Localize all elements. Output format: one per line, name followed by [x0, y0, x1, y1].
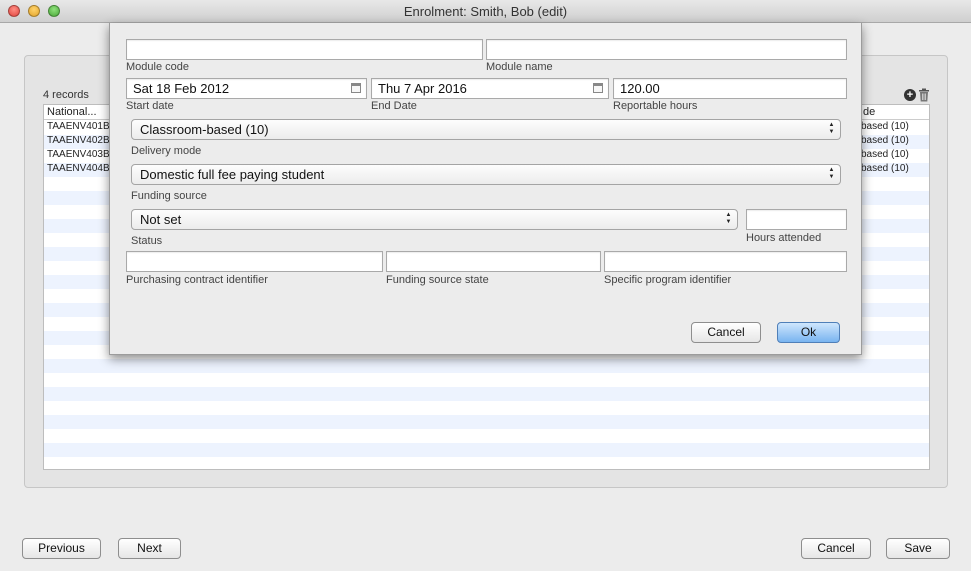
module-name-label: Module name: [486, 61, 553, 73]
end-date-label: End Date: [371, 100, 417, 112]
empty-row: [44, 359, 929, 373]
status-value: Not set: [140, 212, 182, 227]
previous-button[interactable]: Previous: [22, 538, 101, 559]
updown-arrows-icon: ▲ ▼: [828, 167, 835, 180]
edit-enrolment-sheet: Module code Module name Sat 18 Feb 2012 …: [109, 23, 862, 355]
delete-record-icon[interactable]: [918, 88, 930, 102]
hours-attended-label: Hours attended: [746, 232, 822, 244]
empty-row: [44, 387, 929, 401]
purchasing-contract-field[interactable]: [126, 251, 383, 272]
empty-row: [44, 401, 929, 415]
row-mode: based (10): [861, 149, 909, 160]
module-code-label: Module code: [126, 61, 189, 73]
dialog-cancel-button[interactable]: Cancel: [691, 322, 761, 343]
delivery-mode-select[interactable]: Classroom-based (10) ▲ ▼: [131, 119, 841, 140]
empty-row: [44, 415, 929, 429]
dialog-ok-button[interactable]: Ok: [777, 322, 840, 343]
next-button[interactable]: Next: [118, 538, 181, 559]
column-header-delivery-mode[interactable]: de: [863, 106, 875, 118]
add-record-icon[interactable]: +: [904, 89, 916, 101]
module-code-field[interactable]: [126, 39, 483, 60]
reportable-hours-label: Reportable hours: [613, 100, 698, 112]
empty-row: [44, 457, 929, 469]
save-button[interactable]: Save: [886, 538, 950, 559]
module-name-field[interactable]: [486, 39, 847, 60]
row-mode: based (10): [861, 121, 909, 132]
specific-program-label: Specific program identifier: [604, 274, 732, 286]
calendar-icon[interactable]: [351, 83, 361, 93]
funding-source-value: Domestic full fee paying student: [140, 167, 325, 182]
funding-source-state-label: Funding source state: [386, 274, 489, 286]
row-code: TAAENV401B: [47, 121, 110, 132]
funding-source-select[interactable]: Domestic full fee paying student ▲ ▼: [131, 164, 841, 185]
end-date-field[interactable]: Thu 7 Apr 2016: [371, 78, 609, 99]
column-header-national[interactable]: National...: [47, 106, 97, 118]
reportable-hours-field[interactable]: 120.00: [613, 78, 847, 99]
funding-source-state-field[interactable]: [386, 251, 601, 272]
row-code: TAAENV403B: [47, 149, 110, 160]
start-date-value: Sat 18 Feb 2012: [133, 81, 230, 96]
funding-source-label: Funding source: [131, 190, 207, 202]
empty-row: [44, 443, 929, 457]
cancel-button[interactable]: Cancel: [801, 538, 871, 559]
window-title: Enrolment: Smith, Bob (edit): [403, 4, 568, 19]
row-code: TAAENV404B: [47, 163, 110, 174]
hours-attended-field[interactable]: [746, 209, 847, 230]
empty-row: [44, 373, 929, 387]
row-mode: based (10): [861, 135, 909, 146]
status-select[interactable]: Not set ▲ ▼: [131, 209, 738, 230]
start-date-label: Start date: [126, 100, 174, 112]
purchasing-contract-label: Purchasing contract identifier: [126, 274, 268, 286]
specific-program-field[interactable]: [604, 251, 847, 272]
calendar-icon[interactable]: [593, 83, 603, 93]
updown-arrows-icon: ▲ ▼: [828, 122, 835, 135]
title-bar: Enrolment: Smith, Bob (edit): [0, 0, 971, 23]
delivery-mode-label: Delivery mode: [131, 145, 202, 157]
records-count: 4 records: [43, 89, 89, 101]
updown-arrows-icon: ▲ ▼: [725, 212, 732, 225]
row-mode: based (10): [861, 163, 909, 174]
start-date-field[interactable]: Sat 18 Feb 2012: [126, 78, 367, 99]
empty-row: [44, 429, 929, 443]
status-label: Status: [131, 235, 163, 247]
end-date-value: Thu 7 Apr 2016: [378, 81, 467, 96]
row-code: TAAENV402B: [47, 135, 110, 146]
delivery-mode-value: Classroom-based (10): [140, 122, 269, 137]
